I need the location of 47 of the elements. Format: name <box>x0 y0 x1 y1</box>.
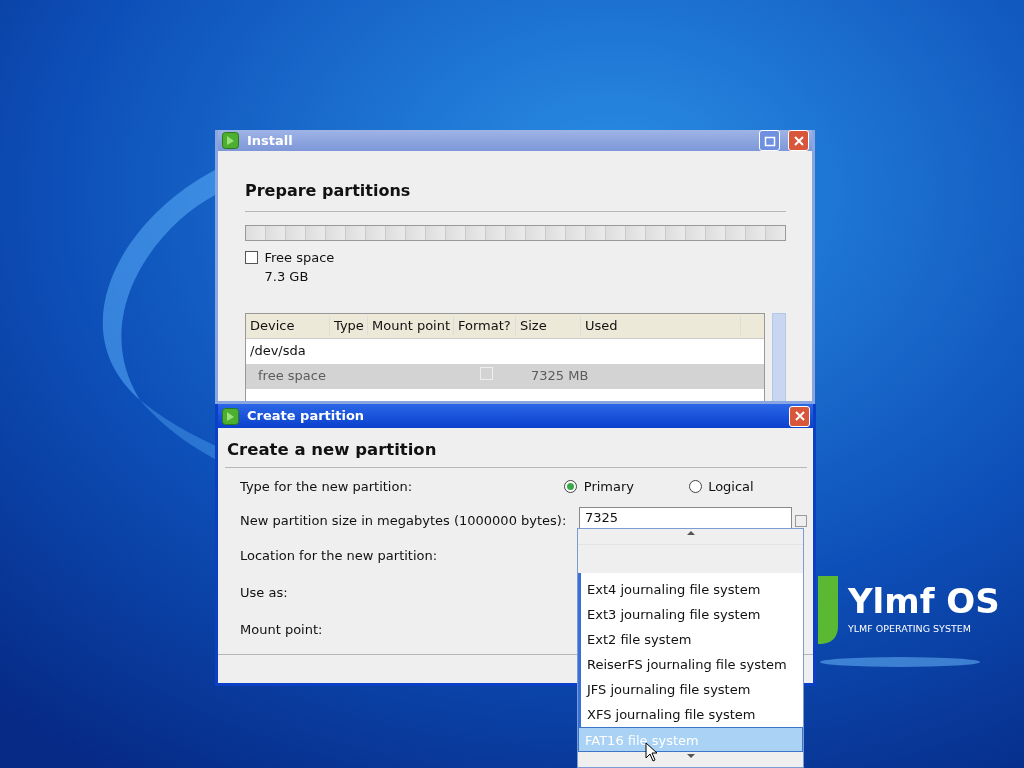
table-cell-text: free space <box>257 367 327 386</box>
column-header[interactable]: Used <box>581 315 741 336</box>
radio-option[interactable]: Primary <box>564 477 689 497</box>
dropdown-item[interactable]: Ext2 file system <box>578 627 803 653</box>
legend-label: Free space <box>264 248 335 267</box>
radio-button[interactable] <box>688 480 702 494</box>
size-field[interactable]: 7325 <box>579 506 792 529</box>
column-header[interactable]: Device <box>246 315 330 336</box>
logo-title: Ylmf OS <box>848 584 1000 618</box>
logo-icon <box>818 576 838 644</box>
close-icon <box>792 134 805 147</box>
table-cell-text: 7325 MB <box>530 367 589 386</box>
column-header[interactable]: Mount point <box>368 315 454 336</box>
close-icon <box>793 410 806 422</box>
window-title: Create partition <box>247 407 366 426</box>
field-label: New partition size in megabytes (1000000 bytes): <box>239 512 568 530</box>
field-label: Mount point: <box>239 620 324 639</box>
field-label: Type for the new partition: <box>239 478 414 496</box>
legend-checkbox[interactable] <box>245 250 258 264</box>
window-title: Install <box>247 131 294 150</box>
section-heading: Prepare partitions <box>245 180 412 202</box>
legend-size: 7.3 GB <box>264 268 310 286</box>
table-cell-text: /dev/sda <box>249 342 307 361</box>
close-button[interactable] <box>788 130 809 151</box>
app-icon <box>222 132 239 149</box>
dropdown-item[interactable]: JFS journaling file system <box>578 677 803 703</box>
table-row[interactable]: /dev/sda <box>246 338 764 364</box>
app-icon <box>222 407 239 425</box>
logo-subtitle: YLMF OPERATING SYSTEM <box>848 622 972 636</box>
radio-option[interactable]: Logical <box>688 477 813 497</box>
maximize-icon <box>763 134 776 147</box>
radio-button[interactable] <box>564 480 578 494</box>
scrollbar[interactable] <box>772 312 786 401</box>
column-header[interactable]: Format? <box>454 315 516 336</box>
close-button[interactable] <box>789 405 810 427</box>
maximize-button[interactable] <box>759 130 780 151</box>
field-label: Location for the new partition: <box>239 547 439 565</box>
dropdown-item[interactable]: Ext4 journaling file system <box>578 577 803 603</box>
column-header[interactable]: Size <box>516 315 581 336</box>
column-header[interactable]: Type <box>330 315 368 336</box>
dialog-heading: Create a new partition <box>227 439 438 461</box>
field-label: Use as: <box>239 583 289 602</box>
table-row[interactable]: free space 7325 MB <box>246 363 764 389</box>
dropdown-item[interactable]: Ext3 journaling file system <box>578 602 803 628</box>
format-checkbox[interactable] <box>480 367 493 381</box>
spin-up-button[interactable] <box>795 514 807 527</box>
dropdown-item[interactable]: ReiserFS journaling file system <box>578 652 803 678</box>
